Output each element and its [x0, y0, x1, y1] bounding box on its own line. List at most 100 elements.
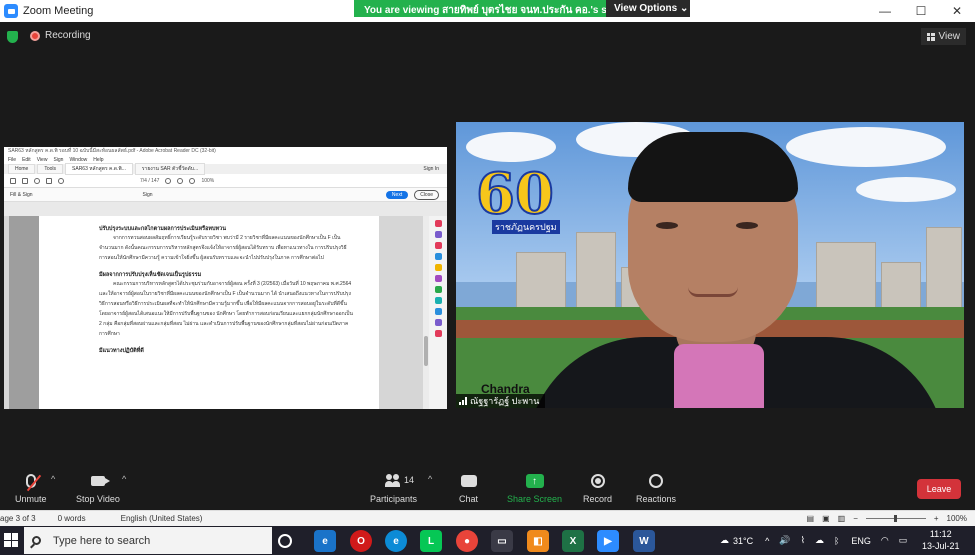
- leave-button[interactable]: Leave: [917, 479, 961, 499]
- chrome-icon[interactable]: ●: [456, 530, 478, 552]
- audio-options-caret-icon[interactable]: ^: [51, 474, 55, 484]
- participants-caret-icon[interactable]: ^: [428, 474, 432, 484]
- pdf-tool-icon: [434, 286, 442, 293]
- battery-icon[interactable]: ▭: [899, 535, 908, 546]
- pdf-heading-2: มีผลจากการปรับปรุงเห็นชัดเจนเป็นรูปธรรม: [99, 272, 202, 278]
- volume-icon[interactable]: 🔊: [779, 535, 790, 546]
- network-icon[interactable]: ⌇: [801, 535, 805, 546]
- window-controls: — ☐ ✕: [867, 0, 975, 22]
- windows-start-icon[interactable]: [4, 533, 18, 547]
- taskbar-clock[interactable]: 11:12 13-Jul-21: [922, 528, 960, 552]
- pdf-menu-edit: Edit: [22, 157, 31, 163]
- participants-label: Participants: [370, 494, 418, 504]
- video-tile[interactable]: 60 ราชภัฏนครปฐม Chandra ณัฐฐารัฏฐ์ ปะพาน: [456, 122, 964, 408]
- edge-icon[interactable]: e: [385, 530, 407, 552]
- wifi-icon[interactable]: ◠: [881, 535, 889, 546]
- read-mode-icon[interactable]: ▤: [807, 514, 815, 523]
- record-icon: [590, 474, 605, 488]
- grid-view-icon: [926, 32, 935, 41]
- signal-bars-icon: [459, 397, 467, 405]
- person-eye: [736, 222, 758, 229]
- zoom-taskbar-icon[interactable]: ▶: [597, 530, 619, 552]
- pdf-toolbar: 7/4 / 147 100%: [4, 174, 447, 188]
- reactions-label: Reactions: [636, 494, 677, 504]
- recording-dot-icon: [30, 30, 40, 41]
- chat-label: Chat: [459, 494, 479, 504]
- pdf-menu-file: File: [8, 157, 17, 163]
- shared-screen[interactable]: SAR63 หลักสูตร ค.ด.พิ รอบที่ 10 ฉบับนี้ม…: [4, 147, 447, 409]
- person-mouth: [688, 287, 738, 297]
- viewing-banner: You are viewing สายทิพย์ บุตรไชย จนท.ประ…: [354, 0, 690, 17]
- participant-name-tag: ณัฐฐารัฏฐ์ ปะพาน: [456, 394, 546, 408]
- taskbar-search[interactable]: Type here to search: [24, 527, 272, 554]
- minimize-button[interactable]: —: [867, 0, 903, 22]
- search-placeholder: Type here to search: [53, 534, 151, 547]
- file-explorer-icon[interactable]: ▭: [491, 530, 513, 552]
- word-icon[interactable]: W: [633, 530, 655, 552]
- word-count[interactable]: 0 words: [58, 514, 86, 523]
- meeting-controls: Unmute ^ Stop Video ^ Participants 14 ^ …: [0, 464, 975, 510]
- chat-bubble-icon: [460, 475, 477, 487]
- zoom-slider[interactable]: [865, 515, 926, 522]
- upload-icon: [34, 177, 40, 184]
- viewing-text: You are viewing สายทิพย์ บุตรไชย จนท.ประ…: [354, 0, 606, 17]
- stop-video-button[interactable]: Stop Video: [76, 472, 120, 504]
- pdf-tab-doc2: รายงาน SAR ตัวชี้วัดดับ...: [134, 163, 206, 175]
- pdf-tab-home: Home: [8, 164, 36, 174]
- record-button[interactable]: Record: [583, 472, 612, 504]
- close-button[interactable]: ✕: [939, 0, 975, 22]
- pdf-left-margin: [9, 216, 39, 409]
- task-view-icon[interactable]: [278, 534, 292, 548]
- word-language[interactable]: English (United States): [121, 514, 203, 523]
- line-icon[interactable]: L: [420, 530, 442, 552]
- meeting-area: Recording View SAR63 หลักสูตร ค.ด.พิ รอบ…: [0, 22, 975, 464]
- smiley-icon: [649, 474, 664, 488]
- participants-icon: [384, 474, 403, 488]
- weather-icon[interactable]: ☁: [720, 535, 729, 546]
- recording-indicator[interactable]: Recording: [30, 30, 91, 41]
- zoom-slider-thumb[interactable]: [893, 515, 897, 522]
- unmute-button[interactable]: Unmute: [15, 472, 47, 504]
- app-icon[interactable]: ◧: [527, 530, 549, 552]
- opera-icon[interactable]: O: [350, 530, 372, 552]
- view-options-button[interactable]: View Options ⌄: [606, 0, 690, 17]
- tray-chevron-icon[interactable]: ^: [765, 536, 769, 546]
- record-label: Record: [583, 494, 613, 504]
- security-shield-icon[interactable]: [7, 31, 18, 43]
- participants-count: 14: [404, 475, 415, 485]
- window-title: Zoom Meeting: [23, 5, 94, 17]
- share-screen-button[interactable]: ↑ Share Screen: [507, 472, 562, 504]
- zoom-out-icon: [177, 177, 184, 184]
- excel-icon[interactable]: X: [562, 530, 584, 552]
- pdf-heading-1: ปรับปรุงระบบและกลไกตามผลการประเมินหรือทบ…: [99, 226, 227, 232]
- zoom-in-button[interactable]: +: [934, 514, 939, 523]
- edge-legacy-icon[interactable]: e: [314, 530, 336, 552]
- pdf-right-tools: [429, 216, 447, 409]
- web-layout-icon[interactable]: ▥: [838, 514, 846, 523]
- person-hair: [628, 132, 798, 202]
- search-icon: [32, 536, 41, 545]
- fill-sign-label: Fill & Sign: [10, 191, 33, 198]
- pdf-tool-icon: [434, 253, 442, 260]
- logo-number: 60: [475, 161, 555, 227]
- reactions-button[interactable]: Reactions: [636, 472, 676, 504]
- chat-button[interactable]: Chat: [459, 472, 478, 504]
- zoom-out-button[interactable]: −: [853, 514, 858, 523]
- pdf-tool-icon: [434, 297, 442, 304]
- bluetooth-icon[interactable]: ᛒ: [834, 536, 839, 546]
- view-button[interactable]: View: [920, 28, 966, 45]
- cloud: [856, 177, 956, 202]
- video-options-caret-icon[interactable]: ^: [122, 474, 126, 484]
- print-layout-icon[interactable]: ▣: [822, 514, 830, 523]
- view-label: View: [938, 31, 961, 42]
- save-icon: [10, 177, 16, 184]
- maximize-button[interactable]: ☐: [903, 0, 939, 22]
- word-zoom-level[interactable]: 100%: [947, 514, 967, 523]
- hand-icon: [165, 177, 172, 184]
- onedrive-icon[interactable]: ☁: [815, 535, 824, 546]
- star-icon: [22, 177, 28, 184]
- pdf-paragraph-2: คณะกรรมการบริหารหลักสูตรได้ประชุมร่วมกับ…: [99, 281, 353, 337]
- weather-temp[interactable]: 31°C: [733, 536, 753, 546]
- ime-lang[interactable]: ENG: [851, 536, 871, 546]
- screen: Zoom Meeting You are viewing สายทิพย์ บุ…: [0, 0, 975, 555]
